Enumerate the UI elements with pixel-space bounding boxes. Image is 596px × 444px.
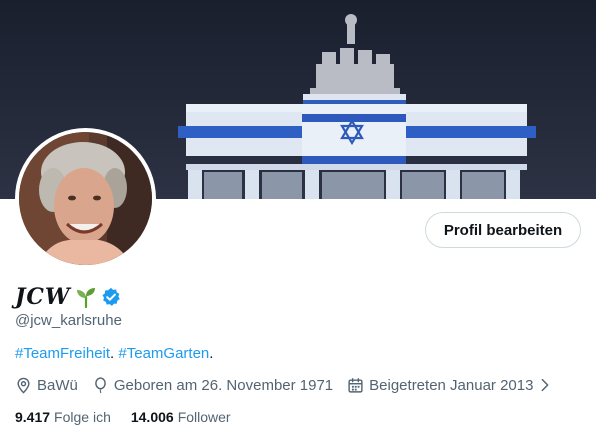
location-text: BaWü xyxy=(37,376,78,394)
hashtag-link-teamgarten[interactable]: #TeamGarten xyxy=(118,345,209,362)
chevron-right-icon[interactable] xyxy=(537,377,553,393)
profile-stats: 9.417 Folge ich 14.006 Follower xyxy=(15,406,251,428)
location-pin-icon xyxy=(17,377,30,394)
edit-profile-button[interactable]: Profil bearbeiten xyxy=(425,212,581,248)
birthday-item: Geboren am 26. November 1971 xyxy=(92,377,333,394)
hashtag-link-teamfreiheit[interactable]: #TeamFreiheit xyxy=(15,345,110,362)
profile-bio: #TeamFreiheit. #TeamGarten. xyxy=(15,345,213,362)
following-count: 9.417 xyxy=(15,409,51,425)
profile-meta: BaWü Geboren am 26. November 1971 Beiget… xyxy=(15,374,567,396)
avatar-image xyxy=(19,132,152,265)
following-link[interactable]: 9.417 Folge ich xyxy=(15,409,111,425)
bio-end: . xyxy=(209,345,214,362)
followers-link[interactable]: 14.006 Follower xyxy=(131,409,231,425)
joined-text: Beigetreten Januar 2013 xyxy=(369,376,534,394)
balloon-icon xyxy=(95,376,106,393)
followers-label: Follower xyxy=(177,409,231,425)
display-name: JCW xyxy=(15,284,71,310)
calendar-icon xyxy=(348,377,363,393)
display-name-row: JCW xyxy=(15,283,121,311)
followers-count: 14.006 xyxy=(130,409,174,425)
following-label: Folge ich xyxy=(54,409,111,425)
profile-avatar[interactable] xyxy=(15,128,156,269)
verified-badge-icon[interactable] xyxy=(101,287,121,307)
birthday-text: Geboren am 26. November 1971 xyxy=(113,376,334,394)
seedling-icon xyxy=(75,286,97,308)
profile-handle: @jcw_karlsruhe xyxy=(15,312,122,329)
location-item: BaWü xyxy=(15,377,78,394)
joined-item: Beigetreten Januar 2013 xyxy=(347,377,553,394)
